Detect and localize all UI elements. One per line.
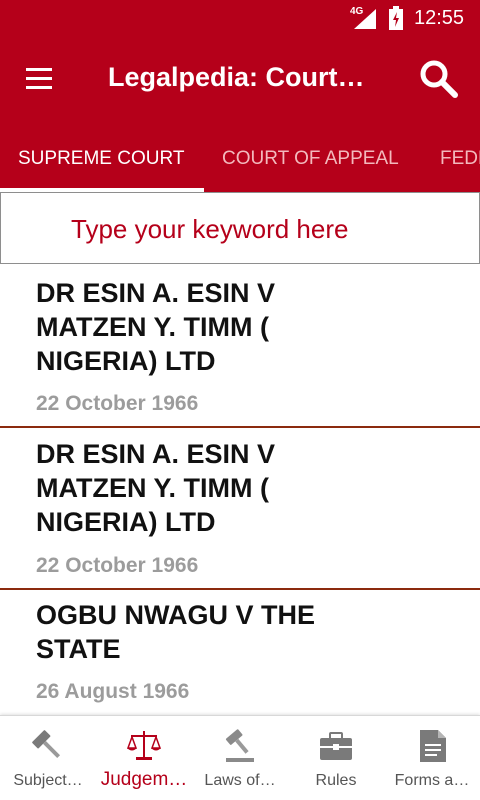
menu-icon-bar xyxy=(26,86,52,89)
case-date: 22 October 1966 xyxy=(36,554,199,577)
list-item[interactable]: DR ESIN A. ESIN V MATZEN Y. TIMM ( NIGER… xyxy=(0,428,480,590)
nav-rules[interactable]: Rules xyxy=(288,716,384,800)
signal-icon xyxy=(354,9,376,29)
nav-subject-index[interactable]: Subject… xyxy=(0,716,96,800)
menu-icon xyxy=(26,68,52,71)
nav-label: Rules xyxy=(315,772,357,789)
case-title: OGBU NWAGU V THE STATE xyxy=(36,600,316,664)
nav-laws[interactable]: Laws of… xyxy=(192,716,288,800)
app-title: Legalpedia: Court… xyxy=(108,62,365,92)
list-item[interactable]: DR ESIN A. ESIN V MATZEN Y. TIMM ( NIGER… xyxy=(0,264,480,428)
judgement-list: DR ESIN A. ESIN V MATZEN Y. TIMM ( NIGER… xyxy=(0,264,480,716)
battery-icon xyxy=(389,6,403,30)
menu-icon-bar xyxy=(26,77,52,80)
clock: 12:55 xyxy=(414,7,465,29)
app-bar: Legalpedia: Court… xyxy=(0,36,480,124)
nav-label: Forms a… xyxy=(394,772,470,789)
court-tabs: SUPREME COURT COURT OF APPEAL FEDE xyxy=(0,124,480,192)
case-title: DR ESIN A. ESIN V MATZEN Y. TIMM ( NIGER… xyxy=(36,439,276,537)
status-bar: 4G 12:55 xyxy=(0,0,480,36)
nav-judgements[interactable]: Judgem… xyxy=(96,716,192,800)
search-icon[interactable] xyxy=(418,58,460,100)
case-date: 22 October 1966 xyxy=(36,392,199,415)
search-input[interactable] xyxy=(71,213,451,245)
tab-federal[interactable]: FEDE xyxy=(440,148,480,170)
tab-supreme-court[interactable]: SUPREME COURT xyxy=(18,148,184,170)
nav-label: Laws of… xyxy=(204,772,276,789)
search-box xyxy=(0,192,480,264)
document-icon xyxy=(420,730,446,762)
gavel-icon xyxy=(32,730,61,759)
tab-court-of-appeal[interactable]: COURT OF APPEAL xyxy=(222,148,399,170)
case-date: 26 August 1966 xyxy=(36,680,190,703)
briefcase-icon xyxy=(320,732,352,760)
list-item[interactable]: OGBU NWAGU V THE STATE 26 August 1966 xyxy=(0,590,480,716)
nav-label: Judgem… xyxy=(100,769,188,790)
case-title: DR ESIN A. ESIN V MATZEN Y. TIMM ( NIGER… xyxy=(36,278,276,376)
gavel-icon xyxy=(225,729,254,762)
bottom-nav: Subject… Judgem… Laws of… Rules Forms a… xyxy=(0,715,480,800)
scales-icon xyxy=(126,731,162,760)
nav-forms[interactable]: Forms a… xyxy=(384,716,480,800)
nav-label: Subject… xyxy=(13,772,83,789)
menu-button[interactable] xyxy=(24,66,56,92)
